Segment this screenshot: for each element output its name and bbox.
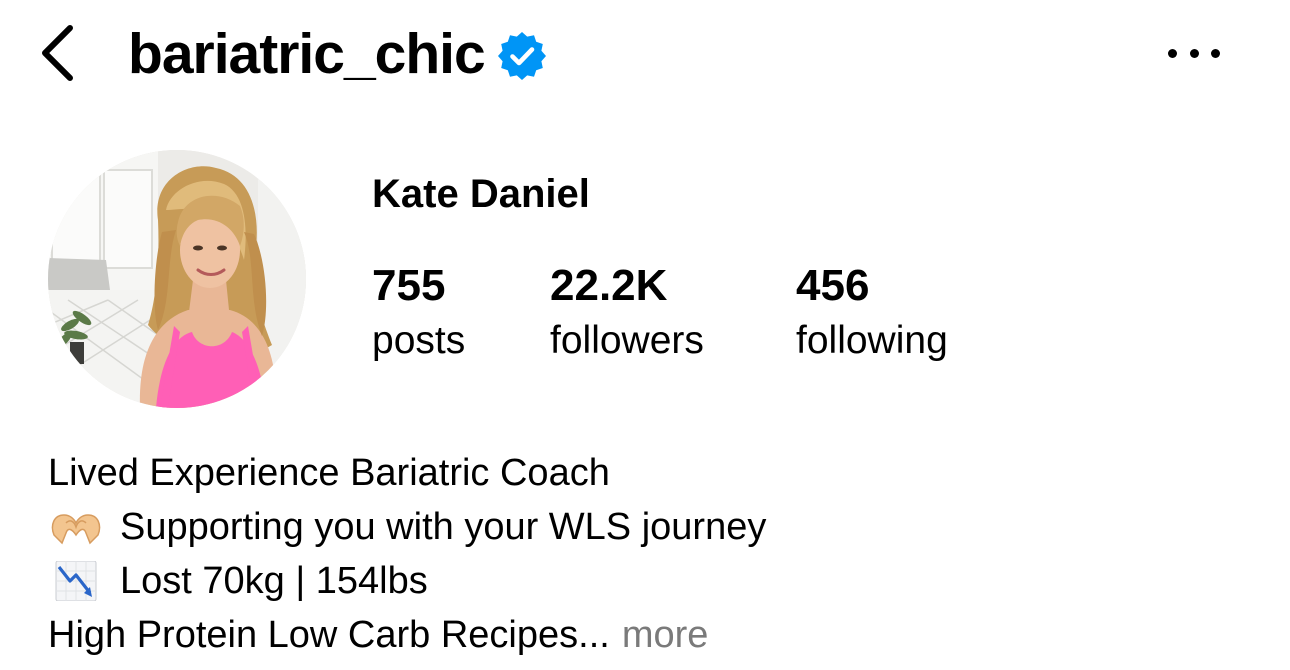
bio-line: Supporting you with your WLS journey <box>48 500 766 554</box>
bio-line: Lost 70kg | 154lbs <box>48 554 766 608</box>
bio-line: High Protein Low Carb Recipes... more <box>48 608 766 662</box>
following-label: following <box>796 319 948 362</box>
posts-stat[interactable]: 755 posts <box>372 261 466 362</box>
followers-stat[interactable]: 22.2K followers <box>550 261 704 362</box>
username-row: bariatric_chic <box>128 14 547 94</box>
verified-badge-icon <box>497 32 546 80</box>
avatar[interactable] <box>48 150 306 408</box>
followers-label: followers <box>550 319 704 362</box>
back-button[interactable] <box>34 22 82 84</box>
ellipsis-horizontal-icon <box>1168 48 1177 58</box>
posts-label: posts <box>372 319 466 362</box>
more-options-button[interactable] <box>1168 38 1220 68</box>
bio-text: Lost 70kg | 154lbs <box>120 560 428 602</box>
following-stat[interactable]: 456 following <box>796 261 948 362</box>
chart-decreasing-icon <box>55 561 97 601</box>
chevron-left-icon <box>42 25 73 81</box>
ellipsis-dot <box>1189 48 1199 58</box>
avatar-image <box>48 150 306 408</box>
bio-more-link[interactable]: more <box>622 608 709 662</box>
profile-name: Kate Daniel <box>372 172 590 216</box>
following-count: 456 <box>796 261 870 310</box>
ellipsis-dot <box>1211 48 1220 58</box>
username: bariatric_chic <box>128 21 486 86</box>
heart-hands-icon <box>51 514 101 545</box>
bio-text: Supporting you with your WLS journey <box>120 506 767 548</box>
posts-count: 755 <box>372 261 446 310</box>
profile-page: bariatric_chic Kate Daniel 755 posts 22.… <box>0 0 1290 670</box>
bio: Lived Experience Bariatric Coach Support… <box>48 446 766 662</box>
followers-count: 22.2K <box>550 261 668 310</box>
bio-line: Lived Experience Bariatric Coach <box>48 446 766 500</box>
bio-text: Lived Experience Bariatric Coach <box>48 452 610 494</box>
bio-text: High Protein Low Carb Recipes... <box>48 614 610 656</box>
